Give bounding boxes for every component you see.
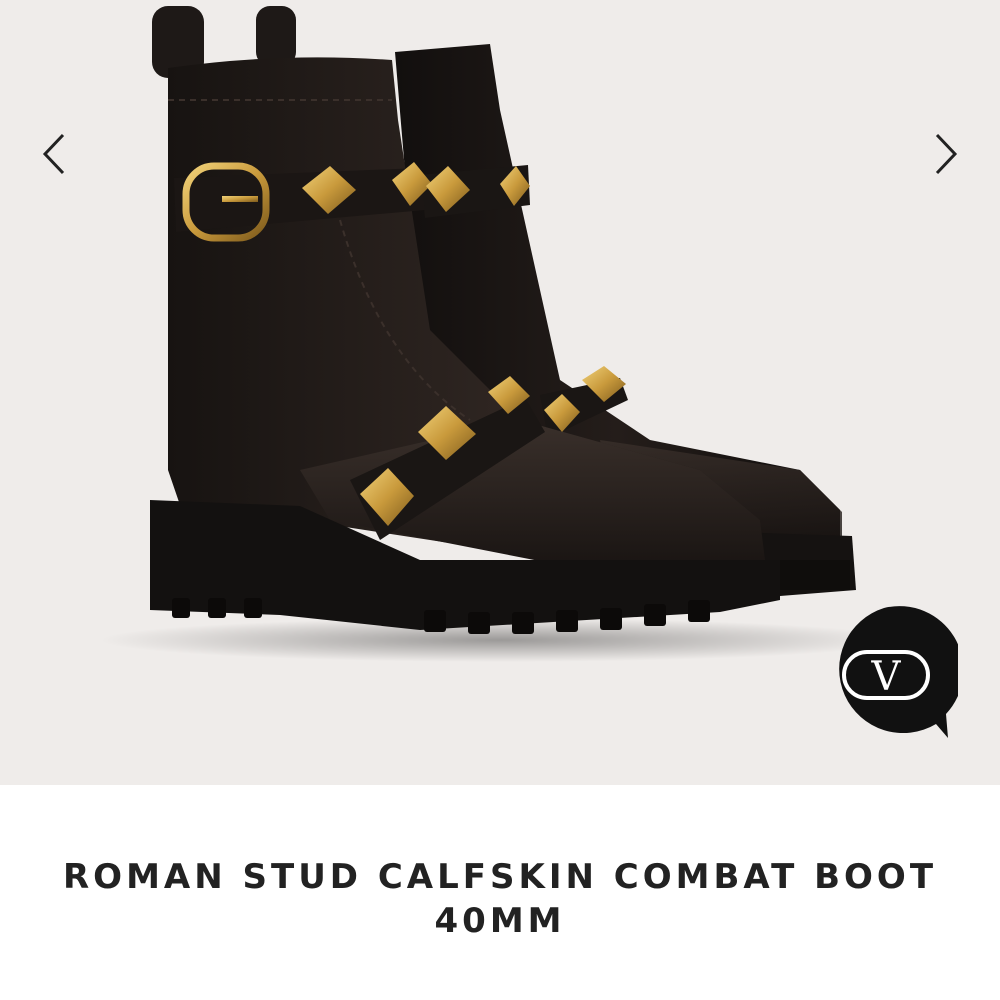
chevron-left-icon [42, 133, 65, 175]
next-image-button[interactable] [918, 126, 974, 182]
product-gallery[interactable]: V [0, 0, 1000, 785]
badge-monogram: V [871, 654, 902, 700]
chevron-right-icon [935, 133, 958, 175]
product-page: V ROMAN STUD CALFSKIN COMBAT BOOT 40MM [0, 0, 1000, 1000]
brand-chat-badge[interactable]: V [818, 606, 964, 746]
product-title-line2: 40MM [434, 901, 566, 941]
product-title: ROMAN STUD CALFSKIN COMBAT BOOT 40MM [50, 855, 950, 943]
valentino-v-logo-icon: V [839, 606, 964, 738]
previous-image-button[interactable] [26, 126, 82, 182]
product-title-line1: ROMAN STUD CALFSKIN COMBAT BOOT [62, 857, 938, 897]
product-info: ROMAN STUD CALFSKIN COMBAT BOOT 40MM [0, 785, 1000, 1000]
